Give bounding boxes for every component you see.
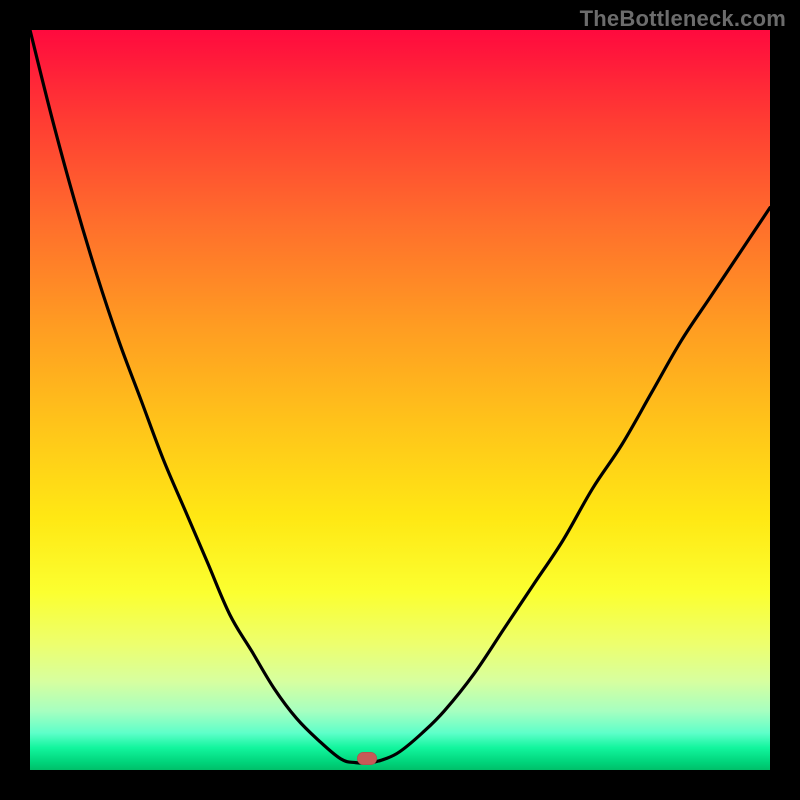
chart-frame: TheBottleneck.com <box>0 0 800 800</box>
bottleneck-curve <box>30 30 770 770</box>
plot-area <box>30 30 770 770</box>
watermark-text: TheBottleneck.com <box>580 6 786 32</box>
optimum-marker <box>357 752 377 765</box>
